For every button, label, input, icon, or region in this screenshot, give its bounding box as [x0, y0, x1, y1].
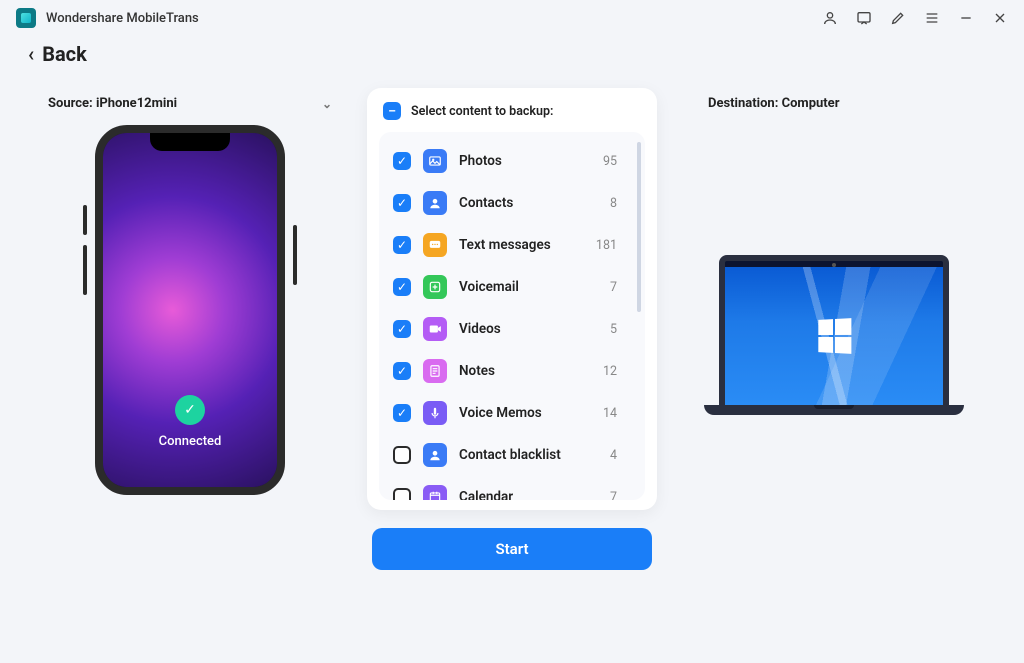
- item-label: Photos: [459, 153, 591, 169]
- photos-icon: [423, 149, 447, 173]
- account-icon[interactable]: [822, 10, 838, 26]
- destination-label: Destination: Computer: [708, 96, 839, 111]
- check-icon: ✓: [175, 395, 205, 425]
- item-label: Contact blacklist: [459, 447, 598, 463]
- item-count: 95: [603, 154, 631, 169]
- voicemail-icon: [423, 275, 447, 299]
- voicememos-icon: [423, 401, 447, 425]
- minimize-icon[interactable]: [958, 10, 974, 26]
- menu-icon[interactable]: [924, 10, 940, 26]
- content-panel: – Select content to backup: ✓ Photos 95 ✓ Co…: [367, 88, 657, 510]
- phone-side-button: [293, 225, 297, 285]
- item-checkbox[interactable]: ✓: [393, 194, 411, 212]
- content-item[interactable]: ✓ Text messages 181: [383, 224, 641, 266]
- videos-icon: [423, 317, 447, 341]
- chevron-left-icon: ‹: [28, 42, 34, 66]
- item-count: 5: [610, 322, 631, 337]
- item-count: 4: [610, 448, 631, 463]
- item-count: 14: [603, 406, 631, 421]
- source-label: Source: iPhone12mini: [48, 96, 177, 111]
- phone-side-button: [83, 205, 87, 235]
- notes-icon: [423, 359, 447, 383]
- item-count: 12: [603, 364, 631, 379]
- phone-side-button: [83, 245, 87, 295]
- item-label: Calendar: [459, 489, 598, 500]
- content-item[interactable]: ✓ Notes 12: [383, 350, 641, 392]
- content-item[interactable]: Contact blacklist 4: [383, 434, 641, 476]
- close-icon[interactable]: [992, 10, 1008, 26]
- content-item[interactable]: ✓ Voice Memos 14: [383, 392, 641, 434]
- destination-device-image: [704, 255, 964, 415]
- windows-logo-icon: [818, 318, 851, 354]
- item-label: Voice Memos: [459, 405, 591, 421]
- content-item[interactable]: ✓ Contacts 8: [383, 182, 641, 224]
- item-count: 8: [610, 196, 631, 211]
- item-checkbox[interactable]: ✓: [393, 362, 411, 380]
- content-list: ✓ Photos 95 ✓ Contacts 8 ✓ Text messages 181 ✓ Voi…: [379, 132, 645, 500]
- item-checkbox[interactable]: ✓: [393, 404, 411, 422]
- calendar-icon: [423, 485, 447, 500]
- item-label: Voicemail: [459, 279, 598, 295]
- destination-header: Destination: Computer: [684, 96, 984, 125]
- app-title: Wondershare MobileTrans: [46, 11, 199, 26]
- item-checkbox[interactable]: [393, 488, 411, 500]
- item-checkbox[interactable]: ✓: [393, 320, 411, 338]
- item-checkbox[interactable]: ✓: [393, 278, 411, 296]
- source-device-image: ✓ Connected: [95, 125, 285, 495]
- app-logo: [16, 8, 36, 28]
- back-button[interactable]: ‹ Back: [0, 36, 1024, 76]
- chevron-down-icon: ⌄: [322, 97, 332, 111]
- contacts-icon: [423, 191, 447, 215]
- content-item[interactable]: ✓ Voicemail 7: [383, 266, 641, 308]
- item-count: 7: [610, 490, 631, 501]
- messages-icon: [423, 233, 447, 257]
- item-label: Videos: [459, 321, 598, 337]
- item-checkbox[interactable]: [393, 446, 411, 464]
- panel-title: Select content to backup:: [411, 104, 553, 119]
- content-item[interactable]: Calendar 7: [383, 476, 641, 500]
- item-label: Text messages: [459, 237, 584, 253]
- edit-icon[interactable]: [890, 10, 906, 26]
- item-label: Notes: [459, 363, 591, 379]
- scrollbar[interactable]: [637, 142, 641, 312]
- start-button[interactable]: Start: [372, 528, 652, 570]
- item-count: 181: [596, 238, 631, 253]
- main-content: Source: iPhone12mini ⌄ ✓ Connected – Sel…: [0, 76, 1024, 570]
- back-label: Back: [42, 42, 87, 66]
- select-all-checkbox[interactable]: –: [383, 102, 401, 120]
- item-checkbox[interactable]: ✓: [393, 236, 411, 254]
- item-label: Contacts: [459, 195, 598, 211]
- blacklist-icon: [423, 443, 447, 467]
- feedback-icon[interactable]: [856, 10, 872, 26]
- titlebar: Wondershare MobileTrans: [0, 0, 1024, 36]
- content-item[interactable]: ✓ Videos 5: [383, 308, 641, 350]
- connection-status: Connected: [103, 434, 277, 449]
- item-checkbox[interactable]: ✓: [393, 152, 411, 170]
- content-item[interactable]: ✓ Photos 95: [383, 140, 641, 182]
- item-count: 7: [610, 280, 631, 295]
- source-selector[interactable]: Source: iPhone12mini ⌄: [40, 96, 340, 125]
